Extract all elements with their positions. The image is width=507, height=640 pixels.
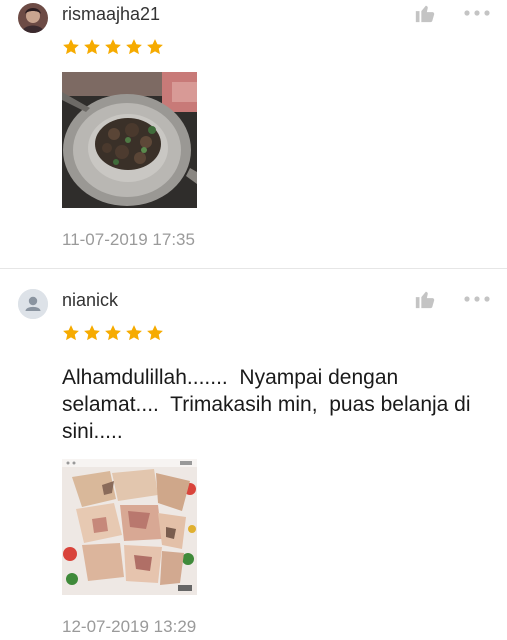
star-icon	[147, 39, 163, 55]
review-timestamp: 11-07-2019 17:35	[62, 230, 195, 249]
star-icon	[84, 325, 100, 341]
more-dots-icon[interactable]	[463, 294, 491, 304]
star-icon	[105, 325, 121, 341]
review-item: rismaajha21 11-07-2019 17:35	[0, 0, 507, 268]
star-icon	[84, 39, 100, 55]
star-icon	[105, 39, 121, 55]
thumbs-up-icon[interactable]	[414, 288, 436, 310]
review-comment: Alhamdulillah....... Nyampai dengan sela…	[62, 366, 477, 443]
raw-fish-chunks-photo-icon	[62, 459, 197, 595]
username[interactable]: nianick	[62, 290, 118, 311]
star-icon	[126, 325, 142, 341]
wok-stir-fry-photo-icon	[62, 72, 197, 208]
user-avatar[interactable]	[18, 289, 48, 319]
review-photo[interactable]	[62, 459, 197, 595]
default-user-avatar-icon	[18, 289, 48, 319]
thumbs-up-icon[interactable]	[414, 2, 436, 24]
star-icon	[126, 39, 142, 55]
more-dots-icon[interactable]	[463, 8, 491, 18]
star-icon	[147, 325, 163, 341]
review-item: nianick Alhamdulillah....... Nyampai den…	[0, 269, 507, 640]
user-avatar[interactable]	[18, 3, 48, 33]
review-timestamp: 12-07-2019 13:29	[62, 617, 197, 636]
star-icon	[63, 325, 79, 341]
star-rating	[62, 38, 164, 58]
star-icon	[63, 39, 79, 55]
username[interactable]: rismaajha21	[62, 4, 160, 25]
user-photo-avatar-icon	[18, 3, 48, 33]
review-photo[interactable]	[62, 72, 197, 208]
star-rating	[62, 324, 164, 344]
